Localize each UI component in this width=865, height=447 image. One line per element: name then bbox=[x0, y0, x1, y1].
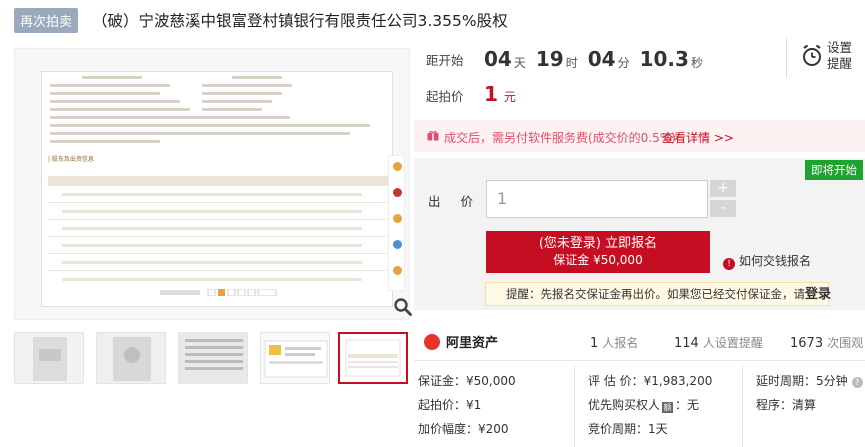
signup-button[interactable]: (您未登录) 立即报名 保证金 ¥50,000 bbox=[486, 231, 710, 273]
section-title: | 股东及出资信息 bbox=[48, 156, 94, 163]
bid-amount-input[interactable]: 1 bbox=[486, 180, 708, 218]
main-preview-image[interactable]: | 股东及出资信息 bbox=[14, 48, 413, 320]
document-preview: | 股东及出资信息 bbox=[41, 71, 393, 307]
fee-details-link[interactable]: 查看详情 >> bbox=[662, 129, 734, 146]
bidding-period-info: 竞价周期：1天 bbox=[588, 422, 668, 436]
deposit-info: 保证金：¥50,000 bbox=[418, 374, 516, 388]
preview-side-toolbar bbox=[388, 155, 405, 291]
hours-unit: 时 bbox=[565, 55, 578, 70]
comment-icon bbox=[393, 214, 402, 223]
login-reminder: 提醒：先报名交保证金再出价。如果您已经交付保证金，请登录 bbox=[485, 282, 831, 306]
pagination-preview bbox=[160, 289, 277, 296]
notice-text: 提醒：先报名交保证金再出价。如果您已经交付保证金，请 bbox=[506, 287, 805, 301]
thumbnail-4[interactable] bbox=[260, 332, 330, 384]
countdown-minutes: 04 bbox=[587, 47, 616, 71]
auction-tag: 再次拍卖 bbox=[14, 7, 79, 33]
bid-label: 出 价 bbox=[428, 194, 481, 209]
countdown-seconds: 10.3 bbox=[639, 47, 689, 71]
thumbnail-3[interactable] bbox=[178, 332, 248, 384]
countdown-days: 04 bbox=[484, 47, 512, 71]
status-badge: 即将开始 bbox=[805, 160, 863, 180]
reminder-count: 114 人设置提醒 bbox=[674, 336, 763, 351]
view-count: 1673 次围观 bbox=[790, 336, 864, 351]
signup-count: 1 人报名 bbox=[590, 336, 639, 351]
how-to-pay-label: 如何交钱报名 bbox=[739, 254, 812, 268]
platform-name: 阿里资产 bbox=[446, 336, 499, 351]
login-link[interactable]: 登录 bbox=[805, 287, 831, 302]
share-icon bbox=[393, 188, 402, 197]
procedure-info: 程序：清算 bbox=[756, 398, 817, 412]
countdown-hours: 19 bbox=[535, 47, 564, 71]
help-icon[interactable]: ? bbox=[851, 377, 863, 388]
reminder-line2: 提醒 bbox=[827, 56, 853, 71]
title-row: 再次拍卖 （破）宁波慈溪中银富登村镇银行有限责任公司3.355%股权 bbox=[14, 7, 508, 33]
start-price-row: 起拍价 1 元 bbox=[426, 82, 516, 106]
thumbnail-2[interactable] bbox=[96, 332, 166, 384]
divider bbox=[414, 360, 865, 361]
minutes-unit: 分 bbox=[617, 55, 630, 70]
thumbnail-strip bbox=[14, 332, 410, 384]
divider bbox=[574, 366, 575, 447]
priority-badge: 额 bbox=[662, 402, 674, 413]
countdown-label: 距开始 bbox=[426, 52, 464, 68]
ali-logo-icon bbox=[424, 333, 440, 350]
gift-icon bbox=[427, 130, 439, 141]
info-icon bbox=[393, 240, 402, 249]
thumbnail-5-selected[interactable] bbox=[338, 332, 408, 384]
thumbnail-1[interactable] bbox=[14, 332, 84, 384]
increment-info: 加价幅度：¥200 bbox=[418, 422, 509, 436]
seconds-unit: 秒 bbox=[690, 55, 703, 70]
increase-button[interactable]: + bbox=[710, 180, 736, 197]
divider bbox=[742, 366, 743, 447]
priority-buyer-info: 优先购买权人额：无 bbox=[588, 398, 700, 413]
platform-stats-row: 阿里资产 1 人报名 114 人设置提醒 1673 次围观 bbox=[420, 328, 865, 356]
start-price-value: 1 bbox=[484, 82, 498, 106]
signup-label: (您未登录) 立即报名 bbox=[538, 236, 658, 251]
decrease-button[interactable]: - bbox=[710, 200, 736, 217]
how-to-pay-link[interactable]: ! 如何交钱报名 bbox=[723, 252, 811, 270]
ali-assets-logo[interactable]: 阿里资产 bbox=[424, 332, 498, 351]
info-icon: ! bbox=[723, 258, 735, 270]
delay-period-info: 延时周期：5分钟? bbox=[756, 372, 863, 389]
start-price-unit: 元 bbox=[503, 90, 516, 104]
set-reminder-button[interactable]: 设置 提醒 bbox=[786, 38, 865, 78]
start-price-info: 起拍价：¥1 bbox=[418, 398, 482, 412]
valuation-info: 评 估 价：¥1,983,200 bbox=[588, 374, 713, 388]
reminder-line1: 设置 bbox=[827, 40, 853, 55]
fee-text: 成交后，需另付软件服务费(成交价的0.5%) bbox=[444, 131, 676, 145]
signup-deposit: 保证金 ¥50,000 bbox=[553, 253, 643, 267]
alarm-clock-icon bbox=[803, 44, 821, 66]
service-fee-notice: 成交后，需另付软件服务费(成交价的0.5%) 查看详情 >> bbox=[414, 120, 865, 152]
magnifier-icon[interactable] bbox=[393, 297, 413, 317]
start-price-label: 起拍价 bbox=[426, 89, 464, 104]
page-title: （破）宁波慈溪中银富登村镇银行有限责任公司3.355%股权 bbox=[92, 12, 508, 30]
days-unit: 天 bbox=[513, 55, 526, 70]
top-icon bbox=[393, 266, 402, 275]
star-icon bbox=[393, 162, 402, 171]
